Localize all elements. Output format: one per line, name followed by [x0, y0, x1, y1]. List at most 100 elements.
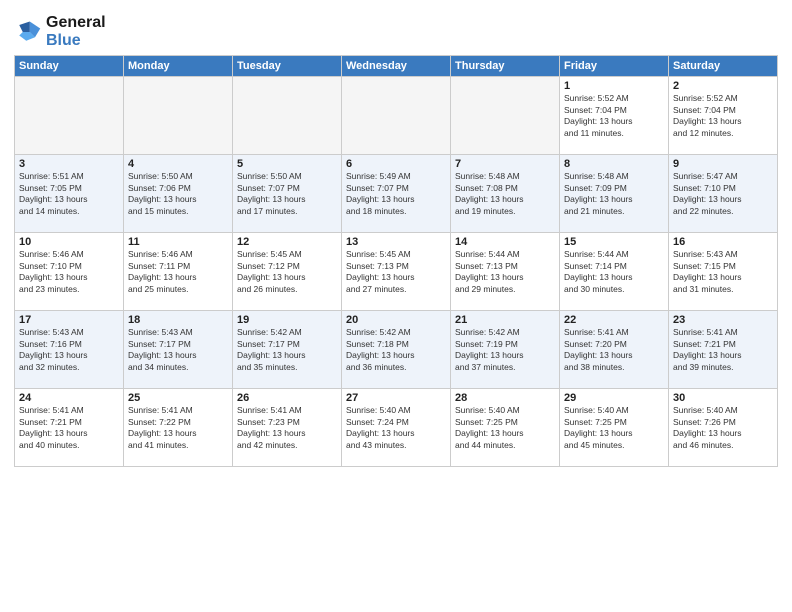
day-info: Sunrise: 5:40 AM Sunset: 7:25 PM Dayligh… [564, 405, 664, 451]
day-number: 17 [19, 314, 119, 326]
day-info: Sunrise: 5:41 AM Sunset: 7:23 PM Dayligh… [237, 405, 337, 451]
day-info: Sunrise: 5:44 AM Sunset: 7:14 PM Dayligh… [564, 249, 664, 295]
calendar-cell: 13Sunrise: 5:45 AM Sunset: 7:13 PM Dayli… [342, 233, 451, 311]
week-row-4: 24Sunrise: 5:41 AM Sunset: 7:21 PM Dayli… [15, 389, 778, 467]
day-number: 4 [128, 158, 228, 170]
day-info: Sunrise: 5:42 AM Sunset: 7:17 PM Dayligh… [237, 327, 337, 373]
day-info: Sunrise: 5:48 AM Sunset: 7:09 PM Dayligh… [564, 171, 664, 217]
header-cell-saturday: Saturday [669, 56, 778, 77]
day-info: Sunrise: 5:45 AM Sunset: 7:12 PM Dayligh… [237, 249, 337, 295]
day-number: 15 [564, 236, 664, 248]
calendar-cell: 14Sunrise: 5:44 AM Sunset: 7:13 PM Dayli… [451, 233, 560, 311]
day-info: Sunrise: 5:48 AM Sunset: 7:08 PM Dayligh… [455, 171, 555, 217]
day-number: 9 [673, 158, 773, 170]
page: General Blue SundayMondayTuesdayWednesda… [0, 0, 792, 612]
day-number: 7 [455, 158, 555, 170]
header-cell-tuesday: Tuesday [233, 56, 342, 77]
header-cell-friday: Friday [560, 56, 669, 77]
calendar-cell: 18Sunrise: 5:43 AM Sunset: 7:17 PM Dayli… [124, 311, 233, 389]
day-info: Sunrise: 5:43 AM Sunset: 7:15 PM Dayligh… [673, 249, 773, 295]
day-number: 19 [237, 314, 337, 326]
calendar-cell [233, 77, 342, 155]
calendar-cell: 4Sunrise: 5:50 AM Sunset: 7:06 PM Daylig… [124, 155, 233, 233]
calendar-cell: 23Sunrise: 5:41 AM Sunset: 7:21 PM Dayli… [669, 311, 778, 389]
header-cell-monday: Monday [124, 56, 233, 77]
calendar-cell: 27Sunrise: 5:40 AM Sunset: 7:24 PM Dayli… [342, 389, 451, 467]
day-number: 12 [237, 236, 337, 248]
day-number: 6 [346, 158, 446, 170]
day-info: Sunrise: 5:40 AM Sunset: 7:24 PM Dayligh… [346, 405, 446, 451]
day-info: Sunrise: 5:51 AM Sunset: 7:05 PM Dayligh… [19, 171, 119, 217]
day-number: 26 [237, 392, 337, 404]
calendar-cell: 22Sunrise: 5:41 AM Sunset: 7:20 PM Dayli… [560, 311, 669, 389]
day-info: Sunrise: 5:43 AM Sunset: 7:16 PM Dayligh… [19, 327, 119, 373]
day-info: Sunrise: 5:52 AM Sunset: 7:04 PM Dayligh… [564, 93, 664, 139]
week-row-1: 3Sunrise: 5:51 AM Sunset: 7:05 PM Daylig… [15, 155, 778, 233]
day-number: 27 [346, 392, 446, 404]
day-number: 8 [564, 158, 664, 170]
day-info: Sunrise: 5:42 AM Sunset: 7:19 PM Dayligh… [455, 327, 555, 373]
week-row-3: 17Sunrise: 5:43 AM Sunset: 7:16 PM Dayli… [15, 311, 778, 389]
calendar-cell: 30Sunrise: 5:40 AM Sunset: 7:26 PM Dayli… [669, 389, 778, 467]
calendar-cell: 17Sunrise: 5:43 AM Sunset: 7:16 PM Dayli… [15, 311, 124, 389]
logo-icon [14, 18, 42, 46]
day-info: Sunrise: 5:46 AM Sunset: 7:11 PM Dayligh… [128, 249, 228, 295]
day-info: Sunrise: 5:42 AM Sunset: 7:18 PM Dayligh… [346, 327, 446, 373]
calendar-cell: 29Sunrise: 5:40 AM Sunset: 7:25 PM Dayli… [560, 389, 669, 467]
week-row-0: 1Sunrise: 5:52 AM Sunset: 7:04 PM Daylig… [15, 77, 778, 155]
calendar-header-row: SundayMondayTuesdayWednesdayThursdayFrid… [15, 56, 778, 77]
day-number: 18 [128, 314, 228, 326]
day-info: Sunrise: 5:45 AM Sunset: 7:13 PM Dayligh… [346, 249, 446, 295]
calendar-cell: 7Sunrise: 5:48 AM Sunset: 7:08 PM Daylig… [451, 155, 560, 233]
calendar-cell [451, 77, 560, 155]
calendar-cell: 11Sunrise: 5:46 AM Sunset: 7:11 PM Dayli… [124, 233, 233, 311]
day-info: Sunrise: 5:46 AM Sunset: 7:10 PM Dayligh… [19, 249, 119, 295]
calendar-cell: 5Sunrise: 5:50 AM Sunset: 7:07 PM Daylig… [233, 155, 342, 233]
calendar-cell: 15Sunrise: 5:44 AM Sunset: 7:14 PM Dayli… [560, 233, 669, 311]
day-number: 3 [19, 158, 119, 170]
day-info: Sunrise: 5:43 AM Sunset: 7:17 PM Dayligh… [128, 327, 228, 373]
day-number: 16 [673, 236, 773, 248]
header-cell-thursday: Thursday [451, 56, 560, 77]
day-number: 10 [19, 236, 119, 248]
day-number: 23 [673, 314, 773, 326]
day-number: 29 [564, 392, 664, 404]
calendar-cell [124, 77, 233, 155]
day-number: 30 [673, 392, 773, 404]
day-number: 22 [564, 314, 664, 326]
calendar-cell: 19Sunrise: 5:42 AM Sunset: 7:17 PM Dayli… [233, 311, 342, 389]
header-cell-sunday: Sunday [15, 56, 124, 77]
day-number: 5 [237, 158, 337, 170]
calendar-cell: 24Sunrise: 5:41 AM Sunset: 7:21 PM Dayli… [15, 389, 124, 467]
day-info: Sunrise: 5:41 AM Sunset: 7:21 PM Dayligh… [19, 405, 119, 451]
calendar-table: SundayMondayTuesdayWednesdayThursdayFrid… [14, 55, 778, 467]
day-info: Sunrise: 5:41 AM Sunset: 7:20 PM Dayligh… [564, 327, 664, 373]
day-number: 25 [128, 392, 228, 404]
day-number: 13 [346, 236, 446, 248]
calendar-cell: 21Sunrise: 5:42 AM Sunset: 7:19 PM Dayli… [451, 311, 560, 389]
day-info: Sunrise: 5:47 AM Sunset: 7:10 PM Dayligh… [673, 171, 773, 217]
calendar-cell: 6Sunrise: 5:49 AM Sunset: 7:07 PM Daylig… [342, 155, 451, 233]
day-info: Sunrise: 5:52 AM Sunset: 7:04 PM Dayligh… [673, 93, 773, 139]
day-info: Sunrise: 5:44 AM Sunset: 7:13 PM Dayligh… [455, 249, 555, 295]
day-number: 20 [346, 314, 446, 326]
calendar-cell: 25Sunrise: 5:41 AM Sunset: 7:22 PM Dayli… [124, 389, 233, 467]
logo-text: General Blue [46, 14, 106, 49]
calendar-body: 1Sunrise: 5:52 AM Sunset: 7:04 PM Daylig… [15, 77, 778, 467]
calendar-cell: 28Sunrise: 5:40 AM Sunset: 7:25 PM Dayli… [451, 389, 560, 467]
calendar-cell: 10Sunrise: 5:46 AM Sunset: 7:10 PM Dayli… [15, 233, 124, 311]
day-info: Sunrise: 5:40 AM Sunset: 7:25 PM Dayligh… [455, 405, 555, 451]
day-info: Sunrise: 5:40 AM Sunset: 7:26 PM Dayligh… [673, 405, 773, 451]
calendar-cell: 3Sunrise: 5:51 AM Sunset: 7:05 PM Daylig… [15, 155, 124, 233]
day-number: 24 [19, 392, 119, 404]
day-info: Sunrise: 5:50 AM Sunset: 7:07 PM Dayligh… [237, 171, 337, 217]
day-number: 14 [455, 236, 555, 248]
header-area: General Blue [14, 10, 778, 49]
day-info: Sunrise: 5:41 AM Sunset: 7:22 PM Dayligh… [128, 405, 228, 451]
calendar-cell [342, 77, 451, 155]
calendar-cell: 20Sunrise: 5:42 AM Sunset: 7:18 PM Dayli… [342, 311, 451, 389]
logo: General Blue [14, 14, 106, 49]
day-info: Sunrise: 5:50 AM Sunset: 7:06 PM Dayligh… [128, 171, 228, 217]
calendar-cell: 1Sunrise: 5:52 AM Sunset: 7:04 PM Daylig… [560, 77, 669, 155]
calendar-cell [15, 77, 124, 155]
